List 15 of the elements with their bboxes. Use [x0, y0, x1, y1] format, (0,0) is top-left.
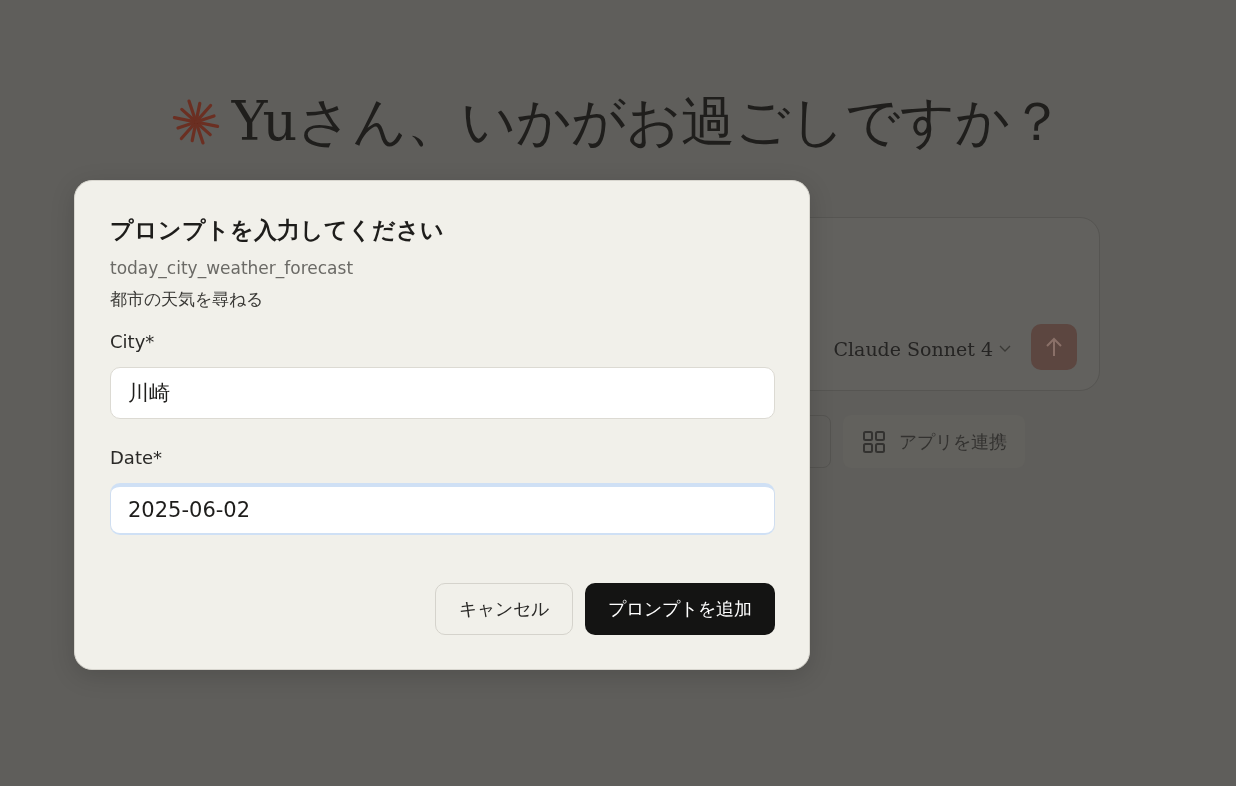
asterisk-logo-icon	[171, 98, 220, 146]
input-field[interactable]: 川崎	[110, 367, 775, 419]
send-button[interactable]	[1031, 324, 1077, 370]
dialog-title: プロンプトを入力してください	[110, 216, 445, 245]
field-label: City*	[110, 331, 156, 352]
chevron-down-icon	[999, 345, 1011, 353]
prompt-description: 都市の天気を尋ねる	[110, 288, 264, 311]
add-prompt-button[interactable]: プロンプトを追加	[585, 583, 775, 635]
prompt-name: today_city_weather_forecast	[110, 258, 355, 278]
arrow-up-icon	[1045, 337, 1063, 357]
field-label: Date*	[110, 447, 164, 468]
grid-icon	[863, 430, 885, 453]
greeting-heading: Yuさん、いかがお過ごしですか？	[231, 88, 1065, 155]
cancel-button[interactable]: キャンセル	[435, 583, 573, 635]
input-field[interactable]: 2025-06-02	[110, 483, 775, 535]
